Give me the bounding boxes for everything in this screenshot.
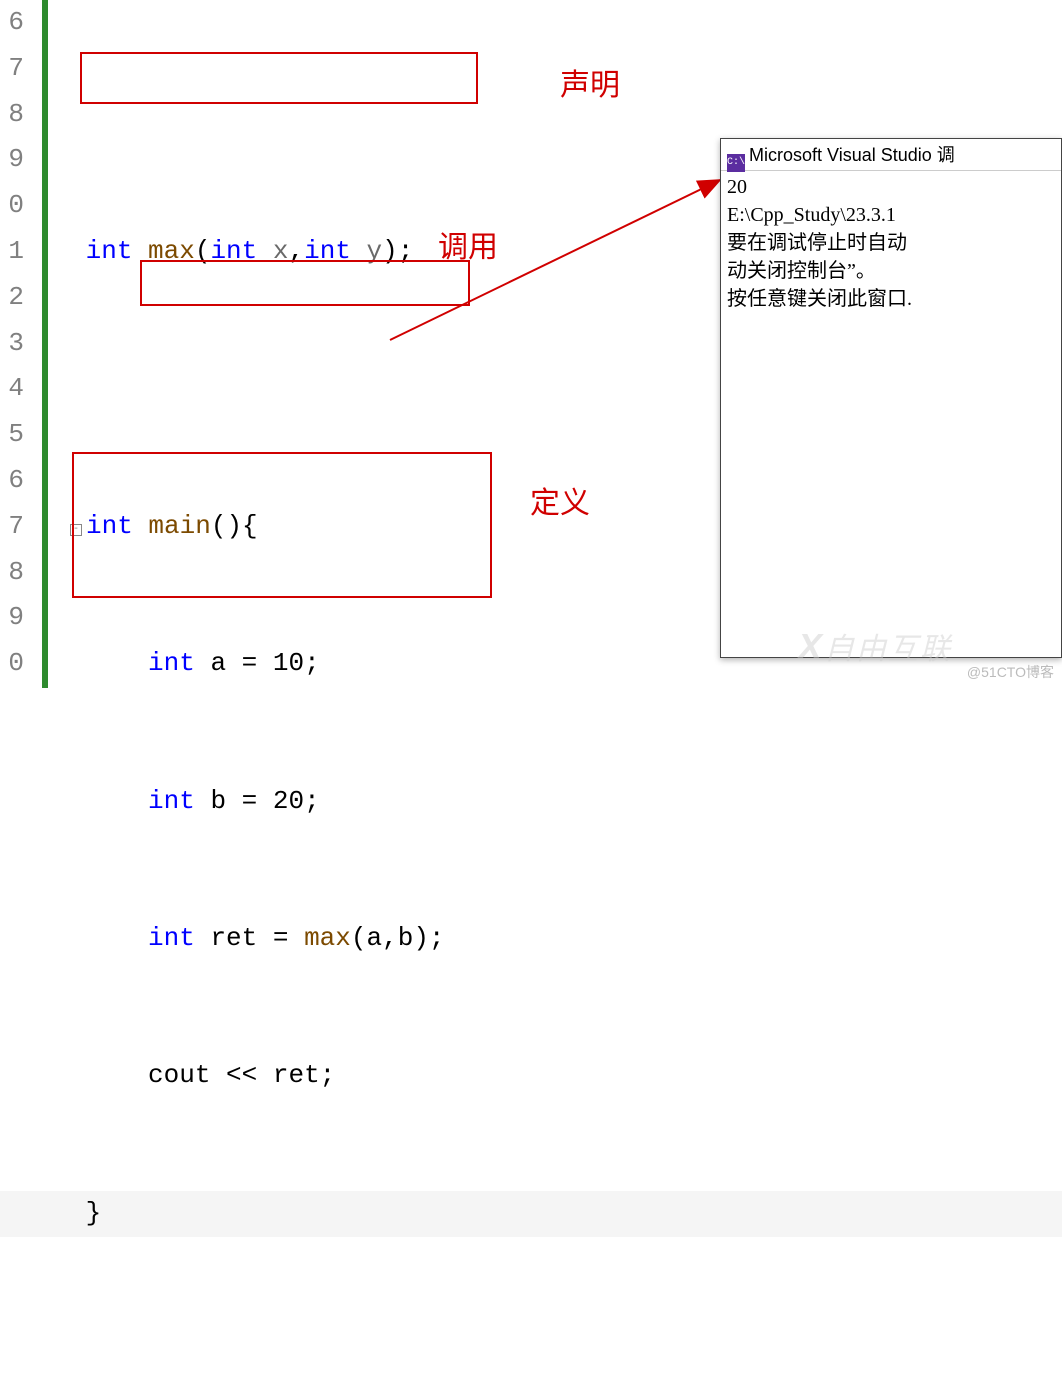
console-line: 20 [727, 176, 747, 198]
change-indicator-bar [42, 0, 48, 688]
line-number: 9 [0, 595, 24, 641]
func-name: main [148, 511, 210, 541]
func-name: max [148, 236, 195, 266]
line-number: 4 [0, 366, 24, 412]
line-number: 2 [0, 275, 24, 321]
keyword-int: int [86, 511, 133, 541]
keyword-int: int [304, 236, 351, 266]
watermark-graphic: X自由互联 [798, 624, 952, 668]
keyword-int: int [210, 236, 257, 266]
line-number: 6 [0, 458, 24, 504]
line-number: 0 [0, 183, 24, 229]
console-window[interactable]: C:\Microsoft Visual Studio 调 20 E:\Cpp_S… [720, 138, 1062, 658]
keyword-int: int [148, 786, 195, 816]
console-titlebar[interactable]: C:\Microsoft Visual Studio 调 [721, 139, 1061, 171]
fold-icon[interactable]: - [70, 524, 82, 536]
console-title-text: Microsoft Visual Studio 调 [749, 145, 955, 165]
param-x: x [273, 236, 289, 266]
console-line: 要在调试停止时自动 [727, 232, 907, 254]
label-define: 定义 [530, 478, 590, 522]
keyword-int: int [148, 648, 195, 678]
keyword-int: int [86, 236, 133, 266]
code-line[interactable] [70, 1328, 1062, 1374]
line-number: 9 [0, 137, 24, 183]
line-number: 8 [0, 550, 24, 596]
line-number: 3 [0, 321, 24, 367]
console-line: 动关闭控制台”。 [727, 260, 876, 282]
line-number: 6 [0, 0, 24, 46]
line-number: 7 [0, 504, 24, 550]
line-number-gutter: 6 7 8 9 0 1 2 3 4 5 6 7 8 9 0 [0, 0, 30, 688]
code-line[interactable]: int b = 20; [70, 779, 1062, 825]
code-line[interactable]: cout << ret; [70, 1053, 1062, 1099]
line-number: 0 [0, 641, 24, 687]
line-number: 1 [0, 229, 24, 275]
code-line-current[interactable]: } [0, 1191, 1062, 1237]
console-output[interactable]: 20 E:\Cpp_Study\23.3.1 要在调试停止时自动 动关闭控制台”… [721, 171, 1061, 315]
console-line: E:\Cpp_Study\23.3.1 [727, 204, 896, 226]
watermark-text: @51CTO博客 [967, 662, 1054, 682]
label-call: 调用 [438, 222, 498, 266]
keyword-int: int [148, 923, 195, 953]
param-y: y [367, 236, 383, 266]
code-line[interactable]: int ret = max(a,b); [70, 916, 1062, 962]
console-app-icon: C:\ [727, 154, 745, 172]
console-line: 按任意键关闭此窗口. [727, 288, 912, 310]
label-declare: 声明 [560, 60, 620, 104]
func-call: max [304, 923, 351, 953]
line-number: 5 [0, 412, 24, 458]
line-number: 8 [0, 92, 24, 138]
line-number: 7 [0, 46, 24, 92]
